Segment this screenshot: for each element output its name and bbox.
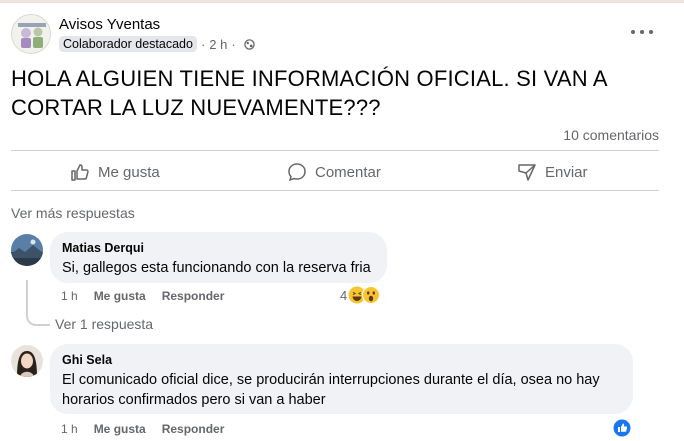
wow-emoji-icon [362, 286, 381, 304]
meta-separator: · [231, 36, 236, 52]
comment-like-button[interactable]: Me gusta [94, 289, 146, 303]
commenter-name[interactable]: Matias Derqui [62, 240, 375, 256]
comment-bubble: Matias Derqui Si, gallegos esta funciona… [50, 232, 387, 283]
post-text: HOLA ALGUIEN TIENE INFORMACIÓN OFICIAL. … [11, 66, 607, 120]
comment-actions: 1 h Me gusta Responder [61, 422, 240, 436]
post-author[interactable]: Avisos Yventas [59, 16, 160, 33]
comment-button[interactable]: Comentar [287, 158, 381, 186]
meta-separator: · [200, 36, 206, 52]
comment-bubble: Ghi Sela El comunicado oficial dice, se … [50, 344, 633, 414]
reaction-count: 4 [340, 287, 348, 303]
send-label: Enviar [545, 163, 588, 181]
group-avatar[interactable] [11, 14, 51, 54]
divider [11, 190, 659, 191]
group-logo-icon [12, 15, 50, 53]
comment-bubble-icon [288, 163, 306, 182]
comment-like-button[interactable]: Me gusta [94, 422, 146, 436]
post-meta: Colaborador destacado · 2 h · [59, 36, 255, 52]
reaction-summary[interactable]: 4 [340, 286, 381, 304]
comment-reply-button[interactable]: Responder [162, 422, 225, 436]
avatar[interactable] [11, 234, 43, 266]
comments-count[interactable]: 10 comentarios [563, 127, 659, 143]
post-time[interactable]: 2 h [209, 37, 227, 52]
person-avatar-icon [11, 345, 43, 377]
send-icon [518, 164, 536, 181]
contributor-badge[interactable]: Colaborador destacado [59, 36, 197, 52]
comment-label: Comentar [315, 163, 381, 181]
view-one-reply-link[interactable]: Ver 1 respuesta [55, 316, 153, 332]
commenter-name[interactable]: Ghi Sela [62, 352, 621, 368]
like-label: Me gusta [98, 163, 160, 181]
send-button[interactable]: Enviar [517, 158, 588, 186]
like-reaction-icon [613, 419, 631, 437]
landscape-avatar-icon [11, 234, 43, 266]
divider [11, 150, 659, 151]
view-more-replies-link[interactable]: Ver más respuestas [11, 205, 135, 221]
audience-icon[interactable] [243, 38, 255, 50]
like-button[interactable]: Me gusta [70, 158, 160, 186]
comment-actions: 1 h Me gusta Responder [61, 289, 240, 303]
avatar[interactable] [11, 345, 43, 377]
thumbs-up-icon [71, 164, 89, 181]
reaction-summary[interactable] [613, 419, 631, 437]
comment-text: Si, gallegos esta funcionando con la res… [62, 260, 371, 276]
thread-connector [26, 280, 50, 326]
comment-time[interactable]: 1 h [61, 422, 78, 436]
comment-time[interactable]: 1 h [61, 289, 78, 303]
top-border [0, 0, 684, 3]
more-options-icon[interactable] [631, 24, 653, 40]
comment-reply-button[interactable]: Responder [162, 289, 225, 303]
comment-text: El comunicado oficial dice, se producirá… [62, 372, 600, 408]
